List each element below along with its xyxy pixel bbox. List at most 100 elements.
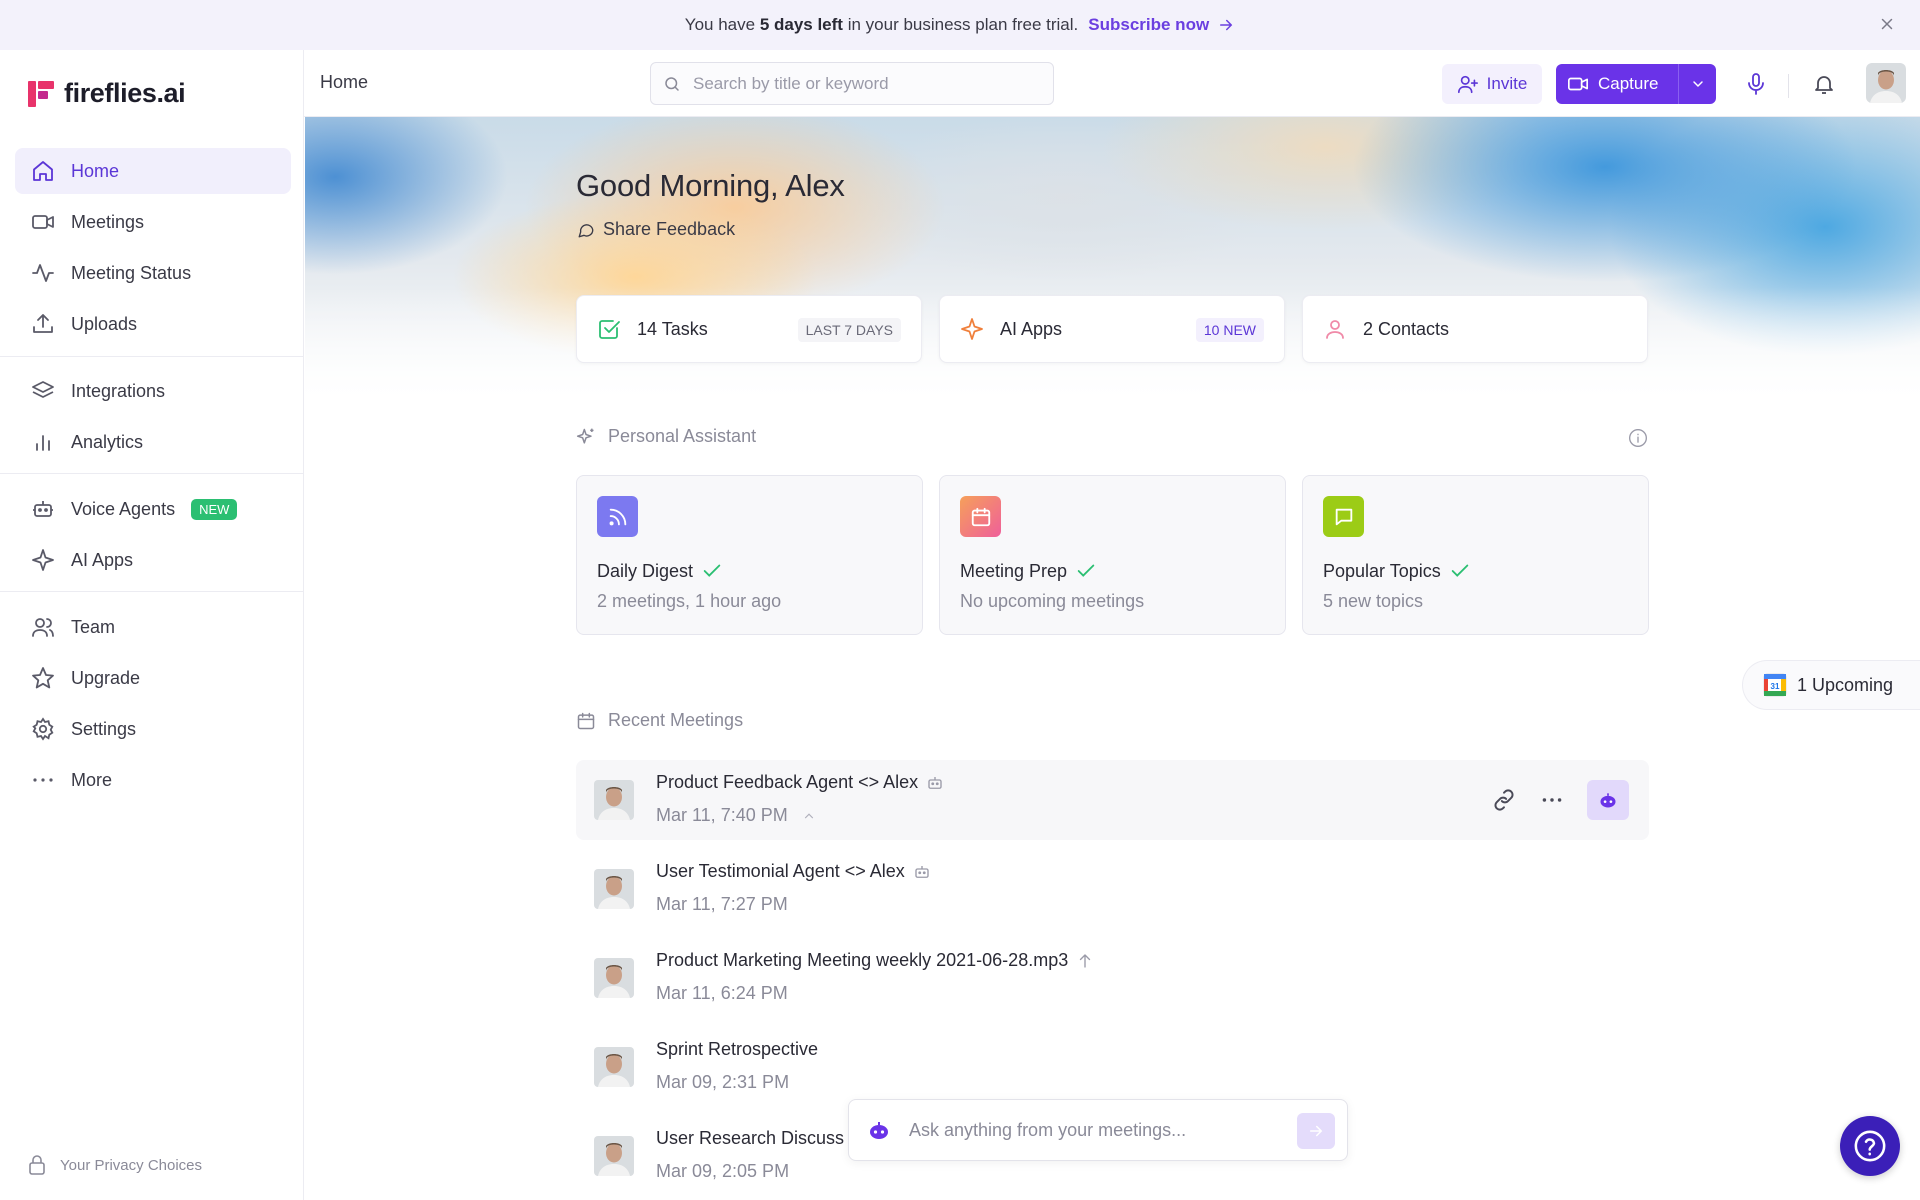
- new-badge: NEW: [191, 498, 238, 520]
- meeting-row[interactable]: Sprint Retrospective Mar 09, 2:31 PM: [576, 1027, 1649, 1107]
- sidebar-item-home[interactable]: Home: [15, 148, 291, 194]
- search-icon: [665, 76, 679, 91]
- sidebar-item-meetings[interactable]: Meetings: [15, 199, 291, 245]
- user-avatar[interactable]: [1866, 63, 1906, 103]
- sidebar-item-integrations[interactable]: Integrations: [15, 368, 291, 414]
- daily-digest-card[interactable]: Daily Digest 2 meetings, 1 hour ago: [576, 475, 923, 635]
- upload-arrow-icon: [1080, 953, 1091, 968]
- capture-button-group: Capture: [1556, 64, 1716, 104]
- capture-dropdown-button[interactable]: [1678, 64, 1716, 104]
- brand-logo[interactable]: fireflies.ai: [28, 78, 186, 109]
- check-icon: [1077, 564, 1095, 577]
- upcoming-meetings-pill[interactable]: 31 1 Upcoming: [1742, 660, 1920, 710]
- ask-meetings-box: [848, 1099, 1348, 1161]
- banner-days-left: 5 days left: [759, 15, 843, 34]
- ai-apps-stat-card[interactable]: AI Apps 10 NEW: [939, 295, 1285, 363]
- users-icon: [32, 618, 54, 637]
- mic-button[interactable]: [1744, 72, 1768, 96]
- sidebar-item-label: Meeting Status: [71, 262, 192, 283]
- personal-assistant-header: Personal Assistant: [576, 426, 756, 447]
- sidebar-item-more[interactable]: More: [15, 757, 291, 803]
- ask-input[interactable]: [909, 1119, 1279, 1141]
- ask-fred-button[interactable]: [1587, 780, 1629, 820]
- toolbar-divider: [1788, 74, 1789, 98]
- star-icon: [32, 667, 54, 689]
- avatar: [594, 869, 634, 909]
- calendar-icon: [960, 496, 1001, 537]
- banner-text-post: in your business plan free trial.: [847, 15, 1079, 34]
- sparkle-icon: [961, 318, 983, 340]
- send-button[interactable]: [1297, 1113, 1335, 1149]
- tasks-stat-card[interactable]: 14 Tasks LAST 7 DAYS: [576, 295, 922, 363]
- sidebar-item-ai-apps[interactable]: AI Apps: [15, 537, 291, 583]
- meeting-row[interactable]: Product Feedback Agent <> Alex Mar 11, 7…: [576, 760, 1649, 840]
- share-feedback-link[interactable]: Share Feedback: [577, 219, 735, 240]
- popular-topics-card[interactable]: Popular Topics 5 new topics: [1302, 475, 1649, 635]
- recent-meetings-title: Recent Meetings: [608, 710, 744, 730]
- sidebar-item-analytics[interactable]: Analytics: [15, 419, 291, 465]
- capture-button[interactable]: Capture: [1556, 64, 1678, 104]
- lock-icon: [29, 1155, 45, 1175]
- activity-icon: [32, 264, 54, 282]
- meeting-date: Mar 11, 7:27 PM: [656, 894, 788, 914]
- card-title: Daily Digest: [597, 560, 694, 581]
- card-title: Popular Topics: [1323, 560, 1441, 581]
- help-button[interactable]: [1840, 1116, 1900, 1176]
- chevron-down-icon: [1692, 81, 1703, 88]
- user-icon: [1326, 320, 1344, 339]
- invite-label: Invite: [1486, 74, 1528, 93]
- sidebar-item-label: More: [71, 769, 113, 790]
- invite-button[interactable]: Invite: [1442, 64, 1542, 104]
- sidebar-item-upgrade[interactable]: Upgrade: [15, 655, 291, 701]
- sidebar-item-meeting-status[interactable]: Meeting Status: [15, 250, 291, 296]
- sidebar-item-voice-agents[interactable]: Voice Agents NEW: [15, 486, 291, 532]
- contacts-stat-card[interactable]: 2 Contacts: [1302, 295, 1648, 363]
- sidebar-divider: [0, 356, 304, 357]
- new-count-tag: 10 NEW: [1195, 318, 1264, 342]
- sidebar-item-label: Uploads: [71, 313, 138, 334]
- avatar: [594, 780, 634, 820]
- question-icon: [1854, 1130, 1886, 1162]
- chevron-up-icon: [804, 812, 813, 818]
- meeting-row[interactable]: Product Marketing Meeting weekly 2021-06…: [576, 938, 1649, 1018]
- chat-bubble-icon: [578, 223, 594, 237]
- avatar: [594, 1047, 634, 1087]
- card-subtitle: 5 new topics: [1323, 591, 1424, 611]
- close-banner-button[interactable]: [1878, 15, 1896, 33]
- meeting-date: Mar 11, 7:40 PM: [656, 805, 788, 825]
- close-icon: [1881, 18, 1893, 30]
- privacy-label: Your Privacy Choices: [60, 1156, 203, 1174]
- brand-name: fireflies.ai: [64, 78, 186, 108]
- banner-text-pre: You have: [684, 15, 756, 34]
- notifications-button[interactable]: [1812, 72, 1836, 96]
- sidebar-item-label: Integrations: [71, 380, 166, 401]
- subscribe-link[interactable]: Subscribe now: [1088, 15, 1235, 35]
- meeting-actions: [1491, 780, 1629, 820]
- svg-text:31: 31: [1771, 682, 1780, 691]
- info-button[interactable]: [1628, 428, 1648, 448]
- add-user-icon: [1457, 75, 1478, 94]
- link-icon[interactable]: [1491, 787, 1517, 813]
- meeting-title: Sprint Retrospective: [656, 1039, 819, 1059]
- meeting-title: User Testimonial Agent <> Alex: [656, 861, 905, 881]
- privacy-choices-link[interactable]: Your Privacy Choices: [28, 1155, 202, 1175]
- sidebar-item-label: Home: [71, 160, 120, 181]
- search-box[interactable]: [650, 62, 1054, 105]
- meeting-row[interactable]: User Testimonial Agent <> Alex Mar 11, 7…: [576, 849, 1649, 929]
- card-subtitle: No upcoming meetings: [960, 591, 1145, 611]
- meeting-prep-card[interactable]: Meeting Prep No upcoming meetings: [939, 475, 1286, 635]
- sidebar-item-label: Settings: [71, 718, 137, 739]
- bot-icon: [33, 501, 53, 517]
- capture-label: Capture: [1598, 74, 1659, 93]
- meeting-title: Product Marketing Meeting weekly 2021-06…: [656, 950, 1069, 970]
- avatar-photo: [1866, 63, 1906, 103]
- sidebar-item-label: Upgrade: [71, 667, 141, 688]
- hero-background: [305, 117, 1920, 407]
- sidebar-item-uploads[interactable]: Uploads: [15, 301, 291, 347]
- search-input[interactable]: [693, 73, 1023, 94]
- sparkles-icon: [576, 428, 594, 444]
- sidebar-item-team[interactable]: Team: [15, 604, 291, 650]
- sidebar: fireflies.ai Home Meetings Meeting Statu…: [0, 50, 304, 1200]
- sidebar-item-settings[interactable]: Settings: [15, 706, 291, 752]
- more-icon[interactable]: [1539, 787, 1565, 813]
